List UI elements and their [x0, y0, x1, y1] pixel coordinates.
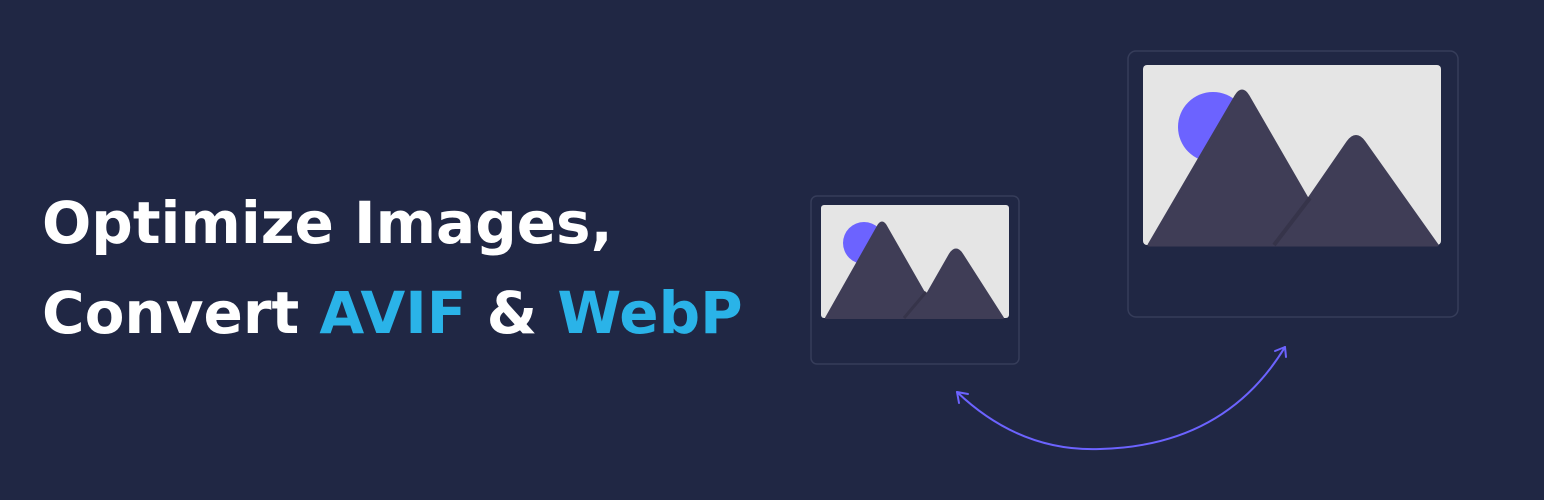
- illustration: [810, 50, 1459, 451]
- banner: Optimize Images, Convert AVIF & WebP: [0, 0, 1544, 500]
- small-image-icon: [821, 205, 1009, 319]
- large-image-card: [1127, 50, 1459, 318]
- small-image-card: [810, 195, 1020, 365]
- large-image-icon: [1143, 65, 1441, 247]
